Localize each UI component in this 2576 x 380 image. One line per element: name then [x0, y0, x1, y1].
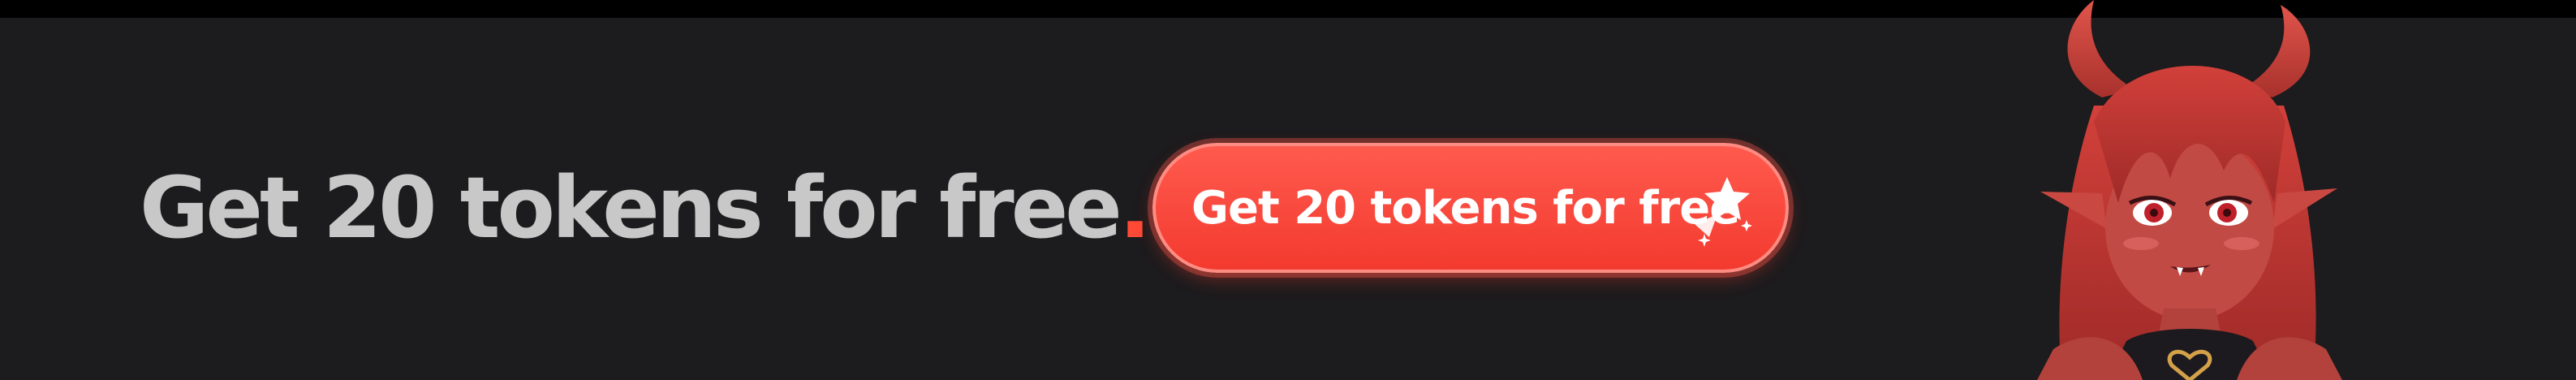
headline-text: Get 20 tokens for free: [140, 158, 1122, 257]
sparkle-star-icon: [1695, 177, 1752, 247]
promo-banner: Get 20 tokens for free. Get 20 tokens fo…: [0, 0, 2576, 380]
headline-accent-dot: .: [1118, 158, 1151, 257]
demon-girl-illustration: [2037, 0, 2342, 380]
promo-headline: Get 20 tokens for free.: [140, 158, 1151, 257]
get-tokens-button[interactable]: Get 20 tokens for free: [1152, 143, 1789, 273]
get-tokens-button-label: Get 20 tokens for free: [1191, 181, 1740, 235]
